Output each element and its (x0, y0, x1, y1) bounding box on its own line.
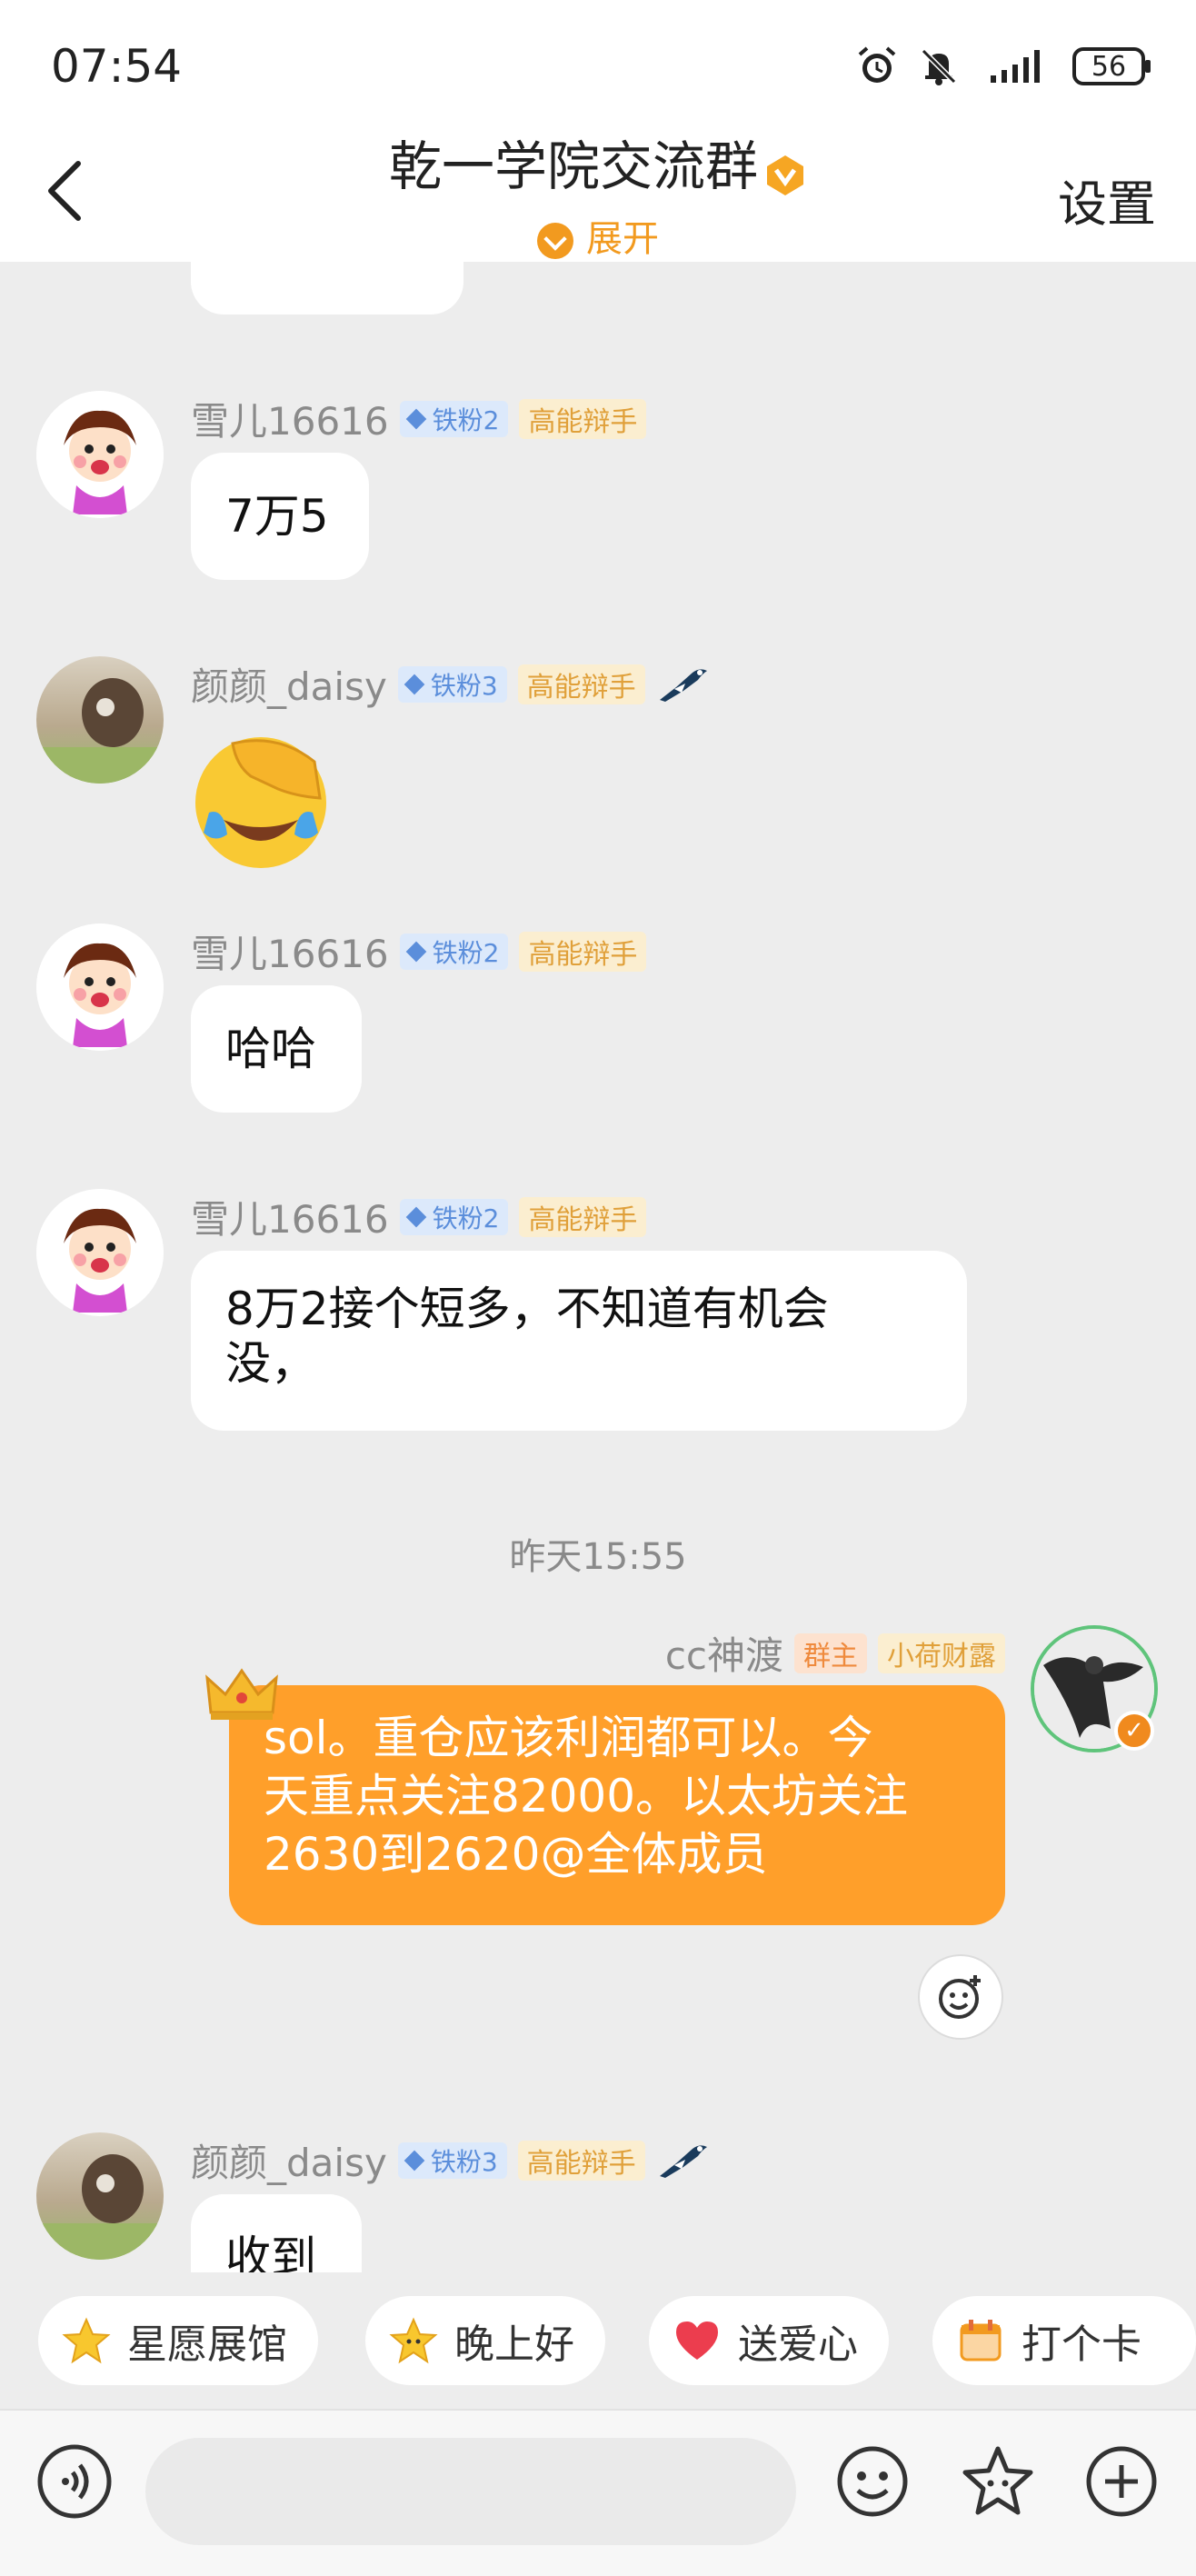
chat-area[interactable]: 雪儿16616 铁粉2 高能辩手 7万5 颜颜_daisy 铁粉3 高能辩手 雪… (0, 0, 1196, 2272)
page-title[interactable]: 乾一学院交流群 (0, 124, 1196, 200)
message-text: 收到 (225, 2232, 316, 2272)
status-icons: 56 (856, 45, 1151, 87)
alarm-icon (856, 45, 898, 87)
avatar-daisy[interactable] (36, 2132, 164, 2260)
quick-reply-chip[interactable]: 打个卡 (932, 2296, 1196, 2385)
sender-name-row: 雪儿16616 铁粉2 高能辩手 (191, 924, 647, 979)
avatar-daisy[interactable] (36, 656, 164, 784)
message-text-line: 天重点关注82000。以太坊关注 (264, 1770, 909, 1822)
time-separator: 昨天15:55 (509, 1536, 687, 1578)
expand-toggle[interactable]: 展开 (0, 209, 1196, 262)
quick-reply-bar[interactable]: 星愿展馆 晚上好 送爱心 打个卡 (0, 2274, 1196, 2407)
sender-name[interactable]: cc神渡 (665, 1625, 783, 1681)
title-badge: 小荷财露 (878, 1632, 1005, 1673)
message-text-line: 没， (225, 1337, 316, 1390)
quick-reply-label: 打个卡 (1022, 2321, 1141, 2368)
signal-icon (980, 45, 1052, 87)
status-time: 07:54 (51, 40, 183, 93)
quick-reply-label: 晚上好 (454, 2321, 574, 2368)
verified-v-icon: ✓ (1114, 1711, 1154, 1751)
group-name: 乾一学院交流群 (388, 135, 758, 197)
avatar-xueer[interactable] (36, 924, 164, 1051)
sender-name-row: 颜颜_daisy 铁粉3 高能辩手 (191, 656, 711, 712)
message-bubble[interactable]: 哈哈 (191, 985, 362, 1113)
fan-badge: 铁粉3 (397, 2142, 507, 2179)
message-text: 7万5 (225, 490, 329, 543)
message-text-line: 8万2接个短多，不知道有机会 (225, 1283, 829, 1335)
sender-name[interactable]: 雪儿16616 (191, 924, 389, 979)
input-bar (0, 2409, 1196, 2576)
verified-badge-icon (763, 148, 807, 195)
quick-reply-label: 星愿展馆 (127, 2321, 287, 2368)
star-icon (62, 2316, 111, 2365)
message-bubble-owner[interactable]: sol。重仓应该利润都可以。今 天重点关注82000。以太坊关注 2630到26… (229, 1685, 1005, 1925)
crown-icon (205, 1665, 278, 1723)
message-bubble[interactable]: 8万2接个短多，不知道有机会 没， (191, 1251, 967, 1431)
sender-name-row: 雪儿16616 铁粉2 高能辩手 (191, 1189, 647, 1244)
star-face-icon (389, 2316, 438, 2365)
avatar-xueer[interactable] (36, 1189, 164, 1316)
top-bar: 07:54 56 乾一学院交流群 展开 设置 (0, 0, 1196, 262)
add-more-button[interactable] (1083, 2443, 1160, 2520)
heart-icon (673, 2316, 722, 2365)
sender-name-row: cc神渡 群主 小荷财露 (665, 1625, 1005, 1681)
message-text-line: 2630到2620@全体成员 (264, 1828, 768, 1881)
title-badge: 高能辩手 (517, 664, 645, 704)
sender-name[interactable]: 雪儿16616 (191, 391, 389, 446)
mute-bell-icon (918, 45, 960, 87)
fan-badge: 铁粉2 (399, 400, 509, 437)
message-text: 哈哈 (225, 1023, 316, 1075)
quick-reply-label: 送爱心 (738, 2321, 858, 2368)
sender-name[interactable]: 颜颜_daisy (191, 656, 387, 712)
calendar-icon (956, 2316, 1005, 2365)
expand-label: 展开 (586, 218, 659, 260)
settings-button[interactable]: 设置 (1058, 164, 1156, 235)
quick-reply-chip[interactable]: 送爱心 (649, 2296, 889, 2385)
fan-badge: 铁粉2 (399, 933, 509, 970)
sender-name[interactable]: 颜颜_daisy (191, 2132, 387, 2188)
sender-name-row: 颜颜_daisy 铁粉3 高能辩手 (191, 2132, 711, 2188)
message-input[interactable] (145, 2438, 796, 2545)
emoji-button[interactable] (834, 2443, 911, 2520)
fan-badge: 铁粉3 (397, 665, 507, 703)
title-badge: 高能辩手 (519, 931, 647, 972)
magpie-icon (656, 664, 711, 705)
battery-indicator: 56 (1072, 47, 1151, 85)
voice-input-button[interactable] (36, 2443, 113, 2520)
facepalm-laughing-emoji[interactable] (187, 725, 334, 873)
message-text-line: sol。重仓应该利润都可以。今 (264, 1712, 873, 1764)
quick-reply-chip[interactable]: 星愿展馆 (38, 2296, 318, 2385)
title-badge: 高能辩手 (519, 1196, 647, 1237)
sender-name-row: 雪儿16616 铁粉2 高能辩手 (191, 391, 647, 446)
title-badge: 高能辩手 (517, 2140, 645, 2181)
sender-name[interactable]: 雪儿16616 (191, 1189, 389, 1244)
message-bubble[interactable]: 7万5 (191, 453, 369, 580)
magpie-icon (656, 2140, 711, 2182)
sticker-star-button[interactable] (960, 2443, 1036, 2520)
quick-reply-chip[interactable]: 晚上好 (365, 2296, 605, 2385)
owner-badge: 群主 (794, 1632, 867, 1673)
title-badge: 高能辩手 (519, 398, 647, 439)
message-bubble[interactable]: 收到 (191, 2194, 362, 2272)
fan-badge: 铁粉2 (399, 1198, 509, 1235)
avatar-xueer[interactable] (36, 391, 164, 518)
add-reaction-button[interactable] (918, 1954, 1003, 2040)
chevron-down-icon (537, 223, 573, 259)
